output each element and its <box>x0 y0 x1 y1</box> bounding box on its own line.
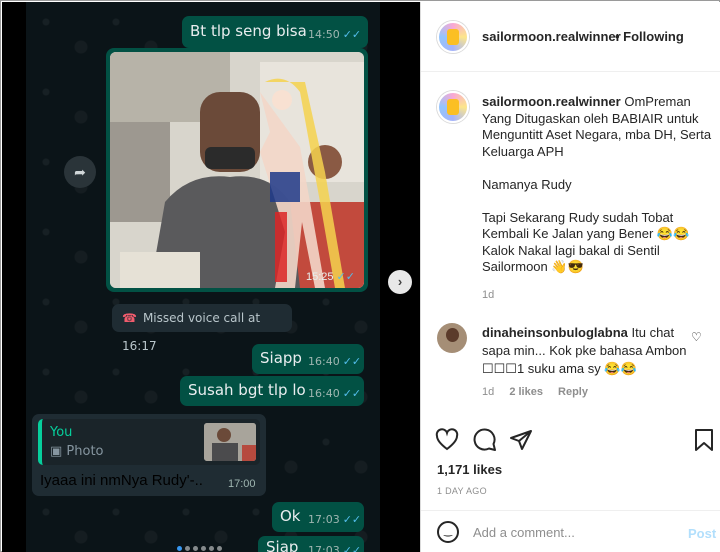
chat-message: Siap 17:03 ✓✓ <box>258 536 364 552</box>
photo-icon: ▣ <box>50 444 67 459</box>
thumbnail-image <box>204 423 256 461</box>
read-ticks-icon: ✓✓ <box>342 513 362 526</box>
avatar[interactable] <box>437 21 469 53</box>
message-time: 17:03 ✓✓ <box>308 513 361 526</box>
message-time: 16:40 ✓✓ <box>308 387 361 400</box>
avatar-image <box>447 29 459 45</box>
carousel-dot <box>185 546 190 551</box>
carousel-dot <box>177 546 182 551</box>
action-bar <box>421 422 720 462</box>
time-label: 16:40 <box>308 387 340 400</box>
emoji-icon[interactable]: ‿ <box>437 521 459 543</box>
time-label: 14:50 <box>308 28 340 41</box>
post-sidebar: sailormoon.realwinner • Following sailor… <box>420 2 720 552</box>
chat-message: Susah bgt tlp lo 16:40 ✓✓ <box>180 376 364 406</box>
read-ticks-icon: ✓✓ <box>336 271 355 283</box>
forward-icon[interactable]: ➦ <box>64 156 96 188</box>
message-text: Bt tlp seng bisa <box>190 22 307 40</box>
caption-text: OmPreman Yang Ditugaskan oleh BABIAIR un… <box>482 94 712 274</box>
time-label: 17:03 <box>308 513 340 526</box>
time-label: 15:25 <box>306 271 334 283</box>
quote-author: You <box>50 425 73 440</box>
comment-username[interactable]: dinaheinsonbuloglabna <box>482 325 628 340</box>
read-ticks-icon: ✓✓ <box>342 355 362 368</box>
photo-message: 15:25 ✓✓ <box>106 48 368 292</box>
message-time: 14:50 ✓✓ <box>308 28 361 41</box>
message-time: 16:40 ✓✓ <box>308 355 361 368</box>
message-text: Siap <box>266 538 299 552</box>
quoted-message: You ▣ Photo <box>38 419 260 465</box>
quote-type-label: Photo <box>66 444 104 459</box>
caption-timestamp: 1d <box>482 289 495 301</box>
quote-type: ▣ Photo <box>50 444 104 459</box>
carousel-dot <box>193 546 198 551</box>
read-ticks-icon: ✓✓ <box>342 28 362 41</box>
like-count[interactable]: 1,171 likes <box>437 462 502 477</box>
post-media[interactable]: Bt tlp seng bisa 14:50 ✓✓ 15:25 ✓✓ ➦ ☎ M… <box>2 2 420 552</box>
photo-time: 15:25 ✓✓ <box>306 270 355 283</box>
follow-status[interactable]: • Following <box>615 29 684 44</box>
chat-message: Siapp 16:40 ✓✓ <box>252 344 364 374</box>
caption-username[interactable]: sailormoon.realwinner <box>482 94 621 109</box>
message-text: Iyaaa ini nmNya Rudy'-.. <box>40 472 203 489</box>
carousel-dot <box>217 546 222 551</box>
post-header: sailormoon.realwinner • Following <box>421 2 720 72</box>
comment-icon[interactable] <box>473 428 497 457</box>
message-time: 17:00 <box>228 478 256 490</box>
share-icon[interactable] <box>509 428 533 457</box>
comment-like-icon[interactable]: ♡ <box>691 330 702 344</box>
missed-call-icon: ☎ <box>122 311 137 325</box>
chevron-right-icon[interactable]: › <box>388 270 412 294</box>
message-time: 17:03 ✓✓ <box>308 544 361 552</box>
message-text: Ok <box>280 507 301 525</box>
heart-icon[interactable] <box>435 428 459 457</box>
comment: dinaheinsonbuloglabna Itu chat sapa min.… <box>482 324 688 378</box>
time-label: 17:03 <box>308 544 340 552</box>
chat-screenshot: Bt tlp seng bisa 14:50 ✓✓ 15:25 ✓✓ ➦ ☎ M… <box>26 2 380 552</box>
carousel-indicator <box>177 538 237 551</box>
post-date: 1 DAY AGO <box>437 486 487 496</box>
avatar-image <box>447 99 459 115</box>
post-caption: sailormoon.realwinner OmPreman Yang Ditu… <box>482 94 712 276</box>
chat-photo: 15:25 ✓✓ <box>110 52 364 288</box>
time-label: 16:40 <box>308 355 340 368</box>
carousel-dot <box>209 546 214 551</box>
quote-thumbnail <box>204 423 256 461</box>
missed-call-notice: ☎ Missed voice call at 16:17 <box>112 304 292 353</box>
comment-likes[interactable]: 2 likes <box>509 386 543 398</box>
carousel-dot <box>201 546 206 551</box>
comment-age: 1d <box>482 386 495 398</box>
instagram-post-modal: Bt tlp seng bisa 14:50 ✓✓ 15:25 ✓✓ ➦ ☎ M… <box>0 0 720 552</box>
add-comment-bar: ‿ Post <box>421 510 720 552</box>
avatar[interactable] <box>437 91 469 123</box>
post-comment-button[interactable]: Post <box>688 526 716 541</box>
header-username[interactable]: sailormoon.realwinner <box>482 29 621 44</box>
avatar-image <box>446 328 459 342</box>
comment-meta: 1d 2 likes Reply <box>482 386 600 398</box>
bookmark-icon[interactable] <box>693 428 715 457</box>
read-ticks-icon: ✓✓ <box>342 387 362 400</box>
comment-input[interactable] <box>473 519 673 545</box>
message-text: Susah bgt tlp lo <box>188 381 306 399</box>
commenter-avatar[interactable] <box>437 323 467 353</box>
reply-message: You ▣ Photo Iyaaa ini nmNya Rudy'-.. 17:… <box>32 414 266 496</box>
chat-message: Bt tlp seng bisa 14:50 ✓✓ <box>182 16 368 48</box>
message-text: Siapp <box>260 349 302 367</box>
reply-button[interactable]: Reply <box>558 386 588 398</box>
photo-image <box>110 52 364 288</box>
chat-message: Ok 17:03 ✓✓ <box>272 502 364 532</box>
read-ticks-icon: ✓✓ <box>342 544 362 552</box>
